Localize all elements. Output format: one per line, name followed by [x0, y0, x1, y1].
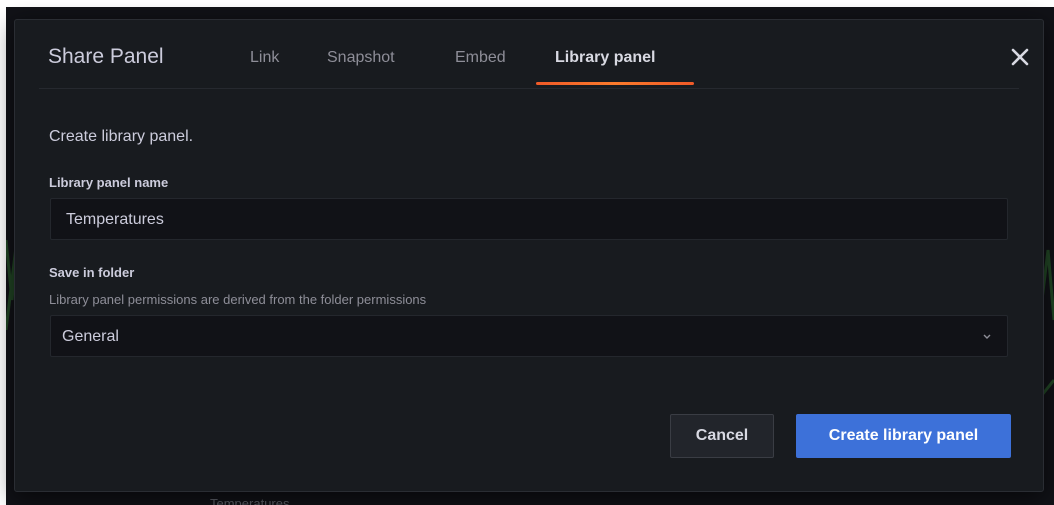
background-panel-label: Temperatures: [210, 496, 290, 505]
close-icon: [1011, 48, 1029, 66]
chevron-down-icon: [983, 334, 991, 339]
intro-text: Create library panel.: [49, 128, 194, 145]
folder-select-value: General: [62, 328, 119, 345]
library-panel-name-input[interactable]: Temperatures: [50, 198, 1008, 240]
tab-link[interactable]: Link: [250, 49, 279, 67]
share-panel-modal: Share Panel Link Snapshot Embed Library …: [14, 19, 1044, 492]
tab-snapshot[interactable]: Snapshot: [327, 49, 395, 67]
screenshot-border-left: [0, 0, 6, 505]
tab-library-panel[interactable]: Library panel: [555, 49, 655, 67]
library-panel-name-label: Library panel name: [49, 175, 169, 190]
folder-select[interactable]: General: [50, 315, 1008, 357]
save-in-folder-description: Library panel permissions are derived fr…: [49, 292, 427, 307]
save-in-folder-label: Save in folder: [49, 265, 135, 280]
modal-title: Share Panel: [48, 45, 164, 68]
tab-embed[interactable]: Embed: [455, 49, 506, 67]
active-tab-indicator: [536, 82, 694, 85]
library-panel-name-value: Temperatures: [66, 211, 164, 228]
modal-header: Share Panel Link Snapshot Embed Library …: [39, 20, 1029, 89]
close-button[interactable]: [1009, 46, 1031, 68]
create-library-panel-button[interactable]: Create library panel: [796, 414, 1011, 458]
cancel-button[interactable]: Cancel: [670, 414, 774, 458]
screenshot-border-top: [0, 0, 1054, 7]
